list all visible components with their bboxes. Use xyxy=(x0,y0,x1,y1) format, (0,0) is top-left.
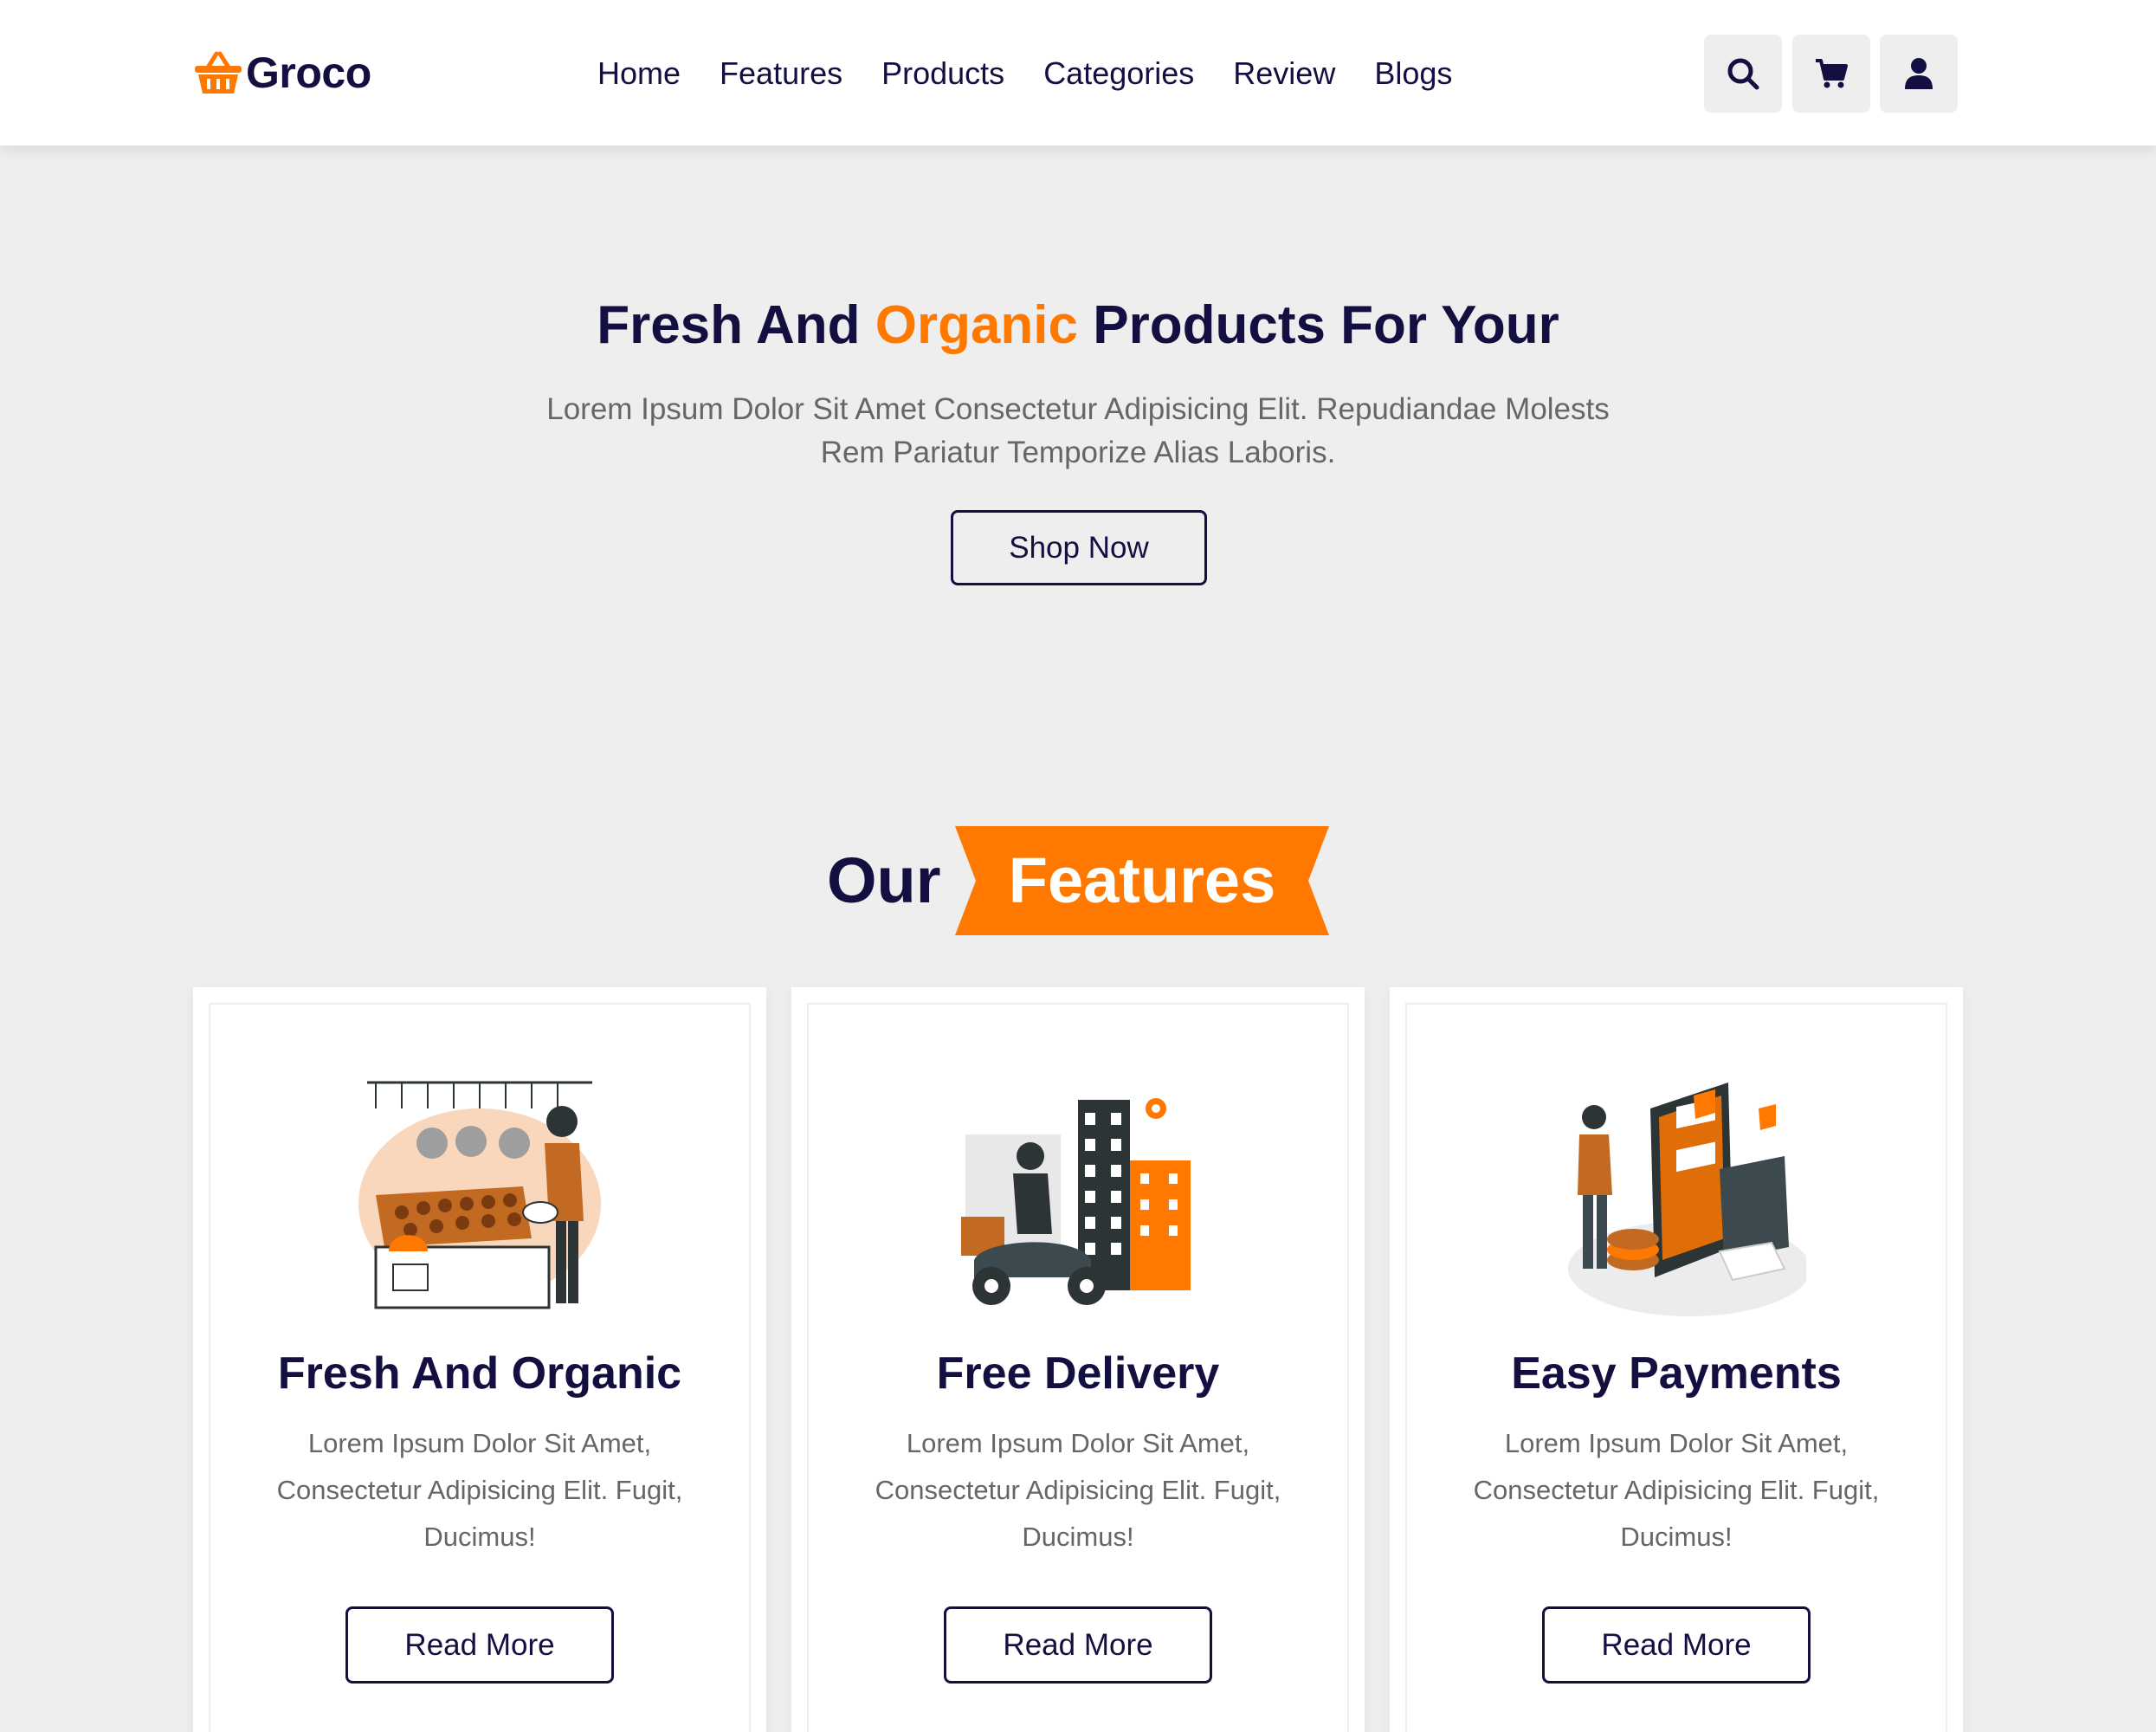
nav-products[interactable]: Products xyxy=(881,50,1004,97)
card-text: Lorem Ipsum Dolor Sit Amet, Consectetur … xyxy=(875,1428,1281,1552)
market-stall-illustration xyxy=(350,1074,610,1325)
cart-icon xyxy=(1816,59,1848,88)
logo-text: Groco xyxy=(246,48,371,97)
search-button[interactable] xyxy=(1704,35,1782,113)
logo[interactable]: Groco xyxy=(192,45,371,100)
cart-button[interactable] xyxy=(1792,35,1870,113)
basket-icon xyxy=(192,47,244,99)
read-more-button[interactable]: Read More xyxy=(345,1606,614,1684)
nav-review[interactable]: Review xyxy=(1233,50,1335,97)
feature-card-fresh: Fresh And Organic Lorem Ipsum Dolor Sit … xyxy=(193,987,766,1732)
hero-title-part1: Fresh And xyxy=(597,295,875,355)
feature-card-delivery: Free Delivery Lorem Ipsum Dolor Sit Amet… xyxy=(791,987,1365,1732)
hero-title-accent: Organic xyxy=(875,295,1079,355)
mobile-payment-illustration xyxy=(1546,1074,1811,1325)
features-heading-banner-text: Features xyxy=(1008,844,1276,916)
card-text: Lorem Ipsum Dolor Sit Amet, Consectetur … xyxy=(1473,1428,1880,1552)
features-heading-plain: Our xyxy=(827,844,941,916)
hero-title-part2: Products For Your xyxy=(1078,295,1559,355)
main-nav: Home Features Products Categories Review… xyxy=(597,50,1452,97)
nav-blogs[interactable]: Blogs xyxy=(1374,50,1452,97)
nav-features[interactable]: Features xyxy=(720,50,842,97)
search-icon xyxy=(1727,58,1759,90)
card-title: Easy Payments xyxy=(1511,1348,1842,1399)
card-title: Free Delivery xyxy=(936,1348,1220,1399)
read-more-button[interactable]: Read More xyxy=(1542,1606,1811,1684)
read-more-button[interactable]: Read More xyxy=(944,1606,1212,1684)
card-title: Fresh And Organic xyxy=(277,1348,682,1399)
user-icon xyxy=(1905,58,1933,89)
delivery-scooter-illustration xyxy=(948,1074,1208,1325)
site-header: Groco Home Features Products Categories … xyxy=(0,0,2156,145)
hero-title: Fresh And Organic Products For Your xyxy=(0,294,2156,356)
user-button[interactable] xyxy=(1880,35,1958,113)
hero-subtitle: Lorem Ipsum Dolor Sit Amet Consectetur A… xyxy=(546,392,1610,469)
features-heading-banner: Features xyxy=(955,826,1329,935)
nav-home[interactable]: Home xyxy=(597,50,681,97)
shop-now-button[interactable]: Shop Now xyxy=(951,510,1207,585)
card-text: Lorem Ipsum Dolor Sit Amet, Consectetur … xyxy=(276,1428,683,1552)
feature-card-payments: Easy Payments Lorem Ipsum Dolor Sit Amet… xyxy=(1390,987,1963,1732)
features-heading: Our Features xyxy=(0,826,2156,935)
nav-categories[interactable]: Categories xyxy=(1043,50,1194,97)
